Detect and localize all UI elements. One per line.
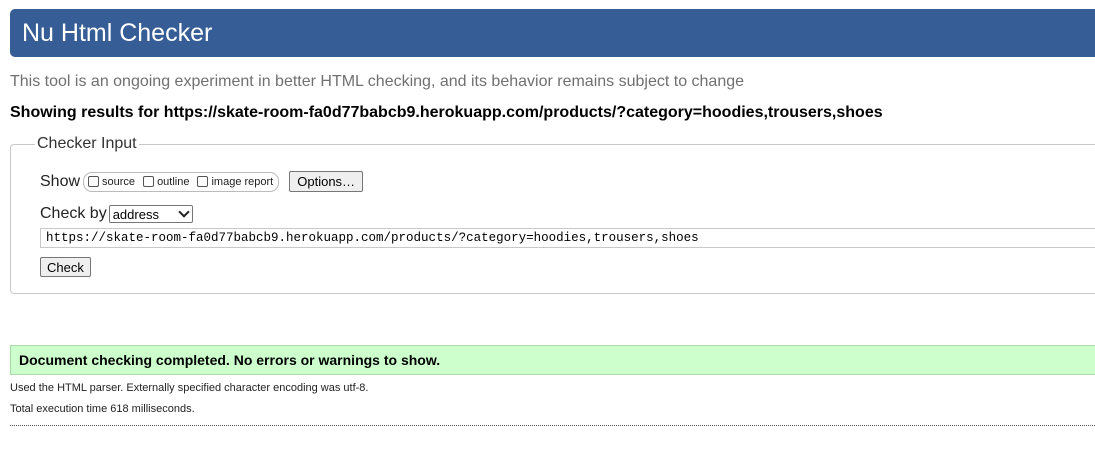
show-image-report-option[interactable]: image report — [197, 176, 273, 188]
image-report-checkbox[interactable] — [197, 176, 209, 187]
image-report-label: image report — [211, 175, 274, 188]
execution-time-info: Total execution time 618 milliseconds. — [10, 403, 195, 415]
outline-checkbox[interactable] — [143, 176, 155, 187]
show-row: Show source outline image report Options… — [40, 171, 364, 192]
tool-description: This tool is an ongoing experiment in be… — [10, 73, 745, 90]
outline-label: outline — [157, 175, 190, 188]
options-button[interactable]: Options… — [289, 171, 364, 192]
page: Nu Html Checker This tool is an ongoing … — [0, 0, 1095, 451]
check-by-label: Check by — [40, 205, 107, 222]
show-outline-option[interactable]: outline — [143, 176, 189, 188]
source-checkbox[interactable] — [88, 176, 100, 187]
url-input[interactable]: https://skate-room-fa0d77babcb9.herokuap… — [40, 228, 1095, 248]
success-message: Document checking completed. No errors o… — [10, 345, 1095, 375]
parser-info: Used the HTML parser. Externally specifi… — [10, 382, 369, 394]
source-label: source — [102, 175, 136, 188]
show-source-option[interactable]: source — [88, 176, 135, 188]
check-by-value: address — [112, 206, 159, 222]
checker-input-fieldset: Checker Input Show source outline image … — [10, 135, 1095, 294]
chevron-down-icon — [178, 206, 190, 218]
check-button[interactable]: Check — [40, 257, 91, 277]
show-label: Show — [40, 172, 81, 190]
divider — [10, 425, 1095, 426]
results-heading: Showing results for https://skate-room-f… — [10, 104, 883, 121]
check-by-row: Check by address — [40, 205, 193, 223]
show-options-group: source outline image report — [83, 171, 280, 192]
page-title: Nu Html Checker — [22, 19, 213, 47]
header-bar: Nu Html Checker — [10, 9, 1095, 57]
check-by-select[interactable]: address — [108, 205, 193, 223]
checker-input-legend: Checker Input — [35, 135, 139, 153]
